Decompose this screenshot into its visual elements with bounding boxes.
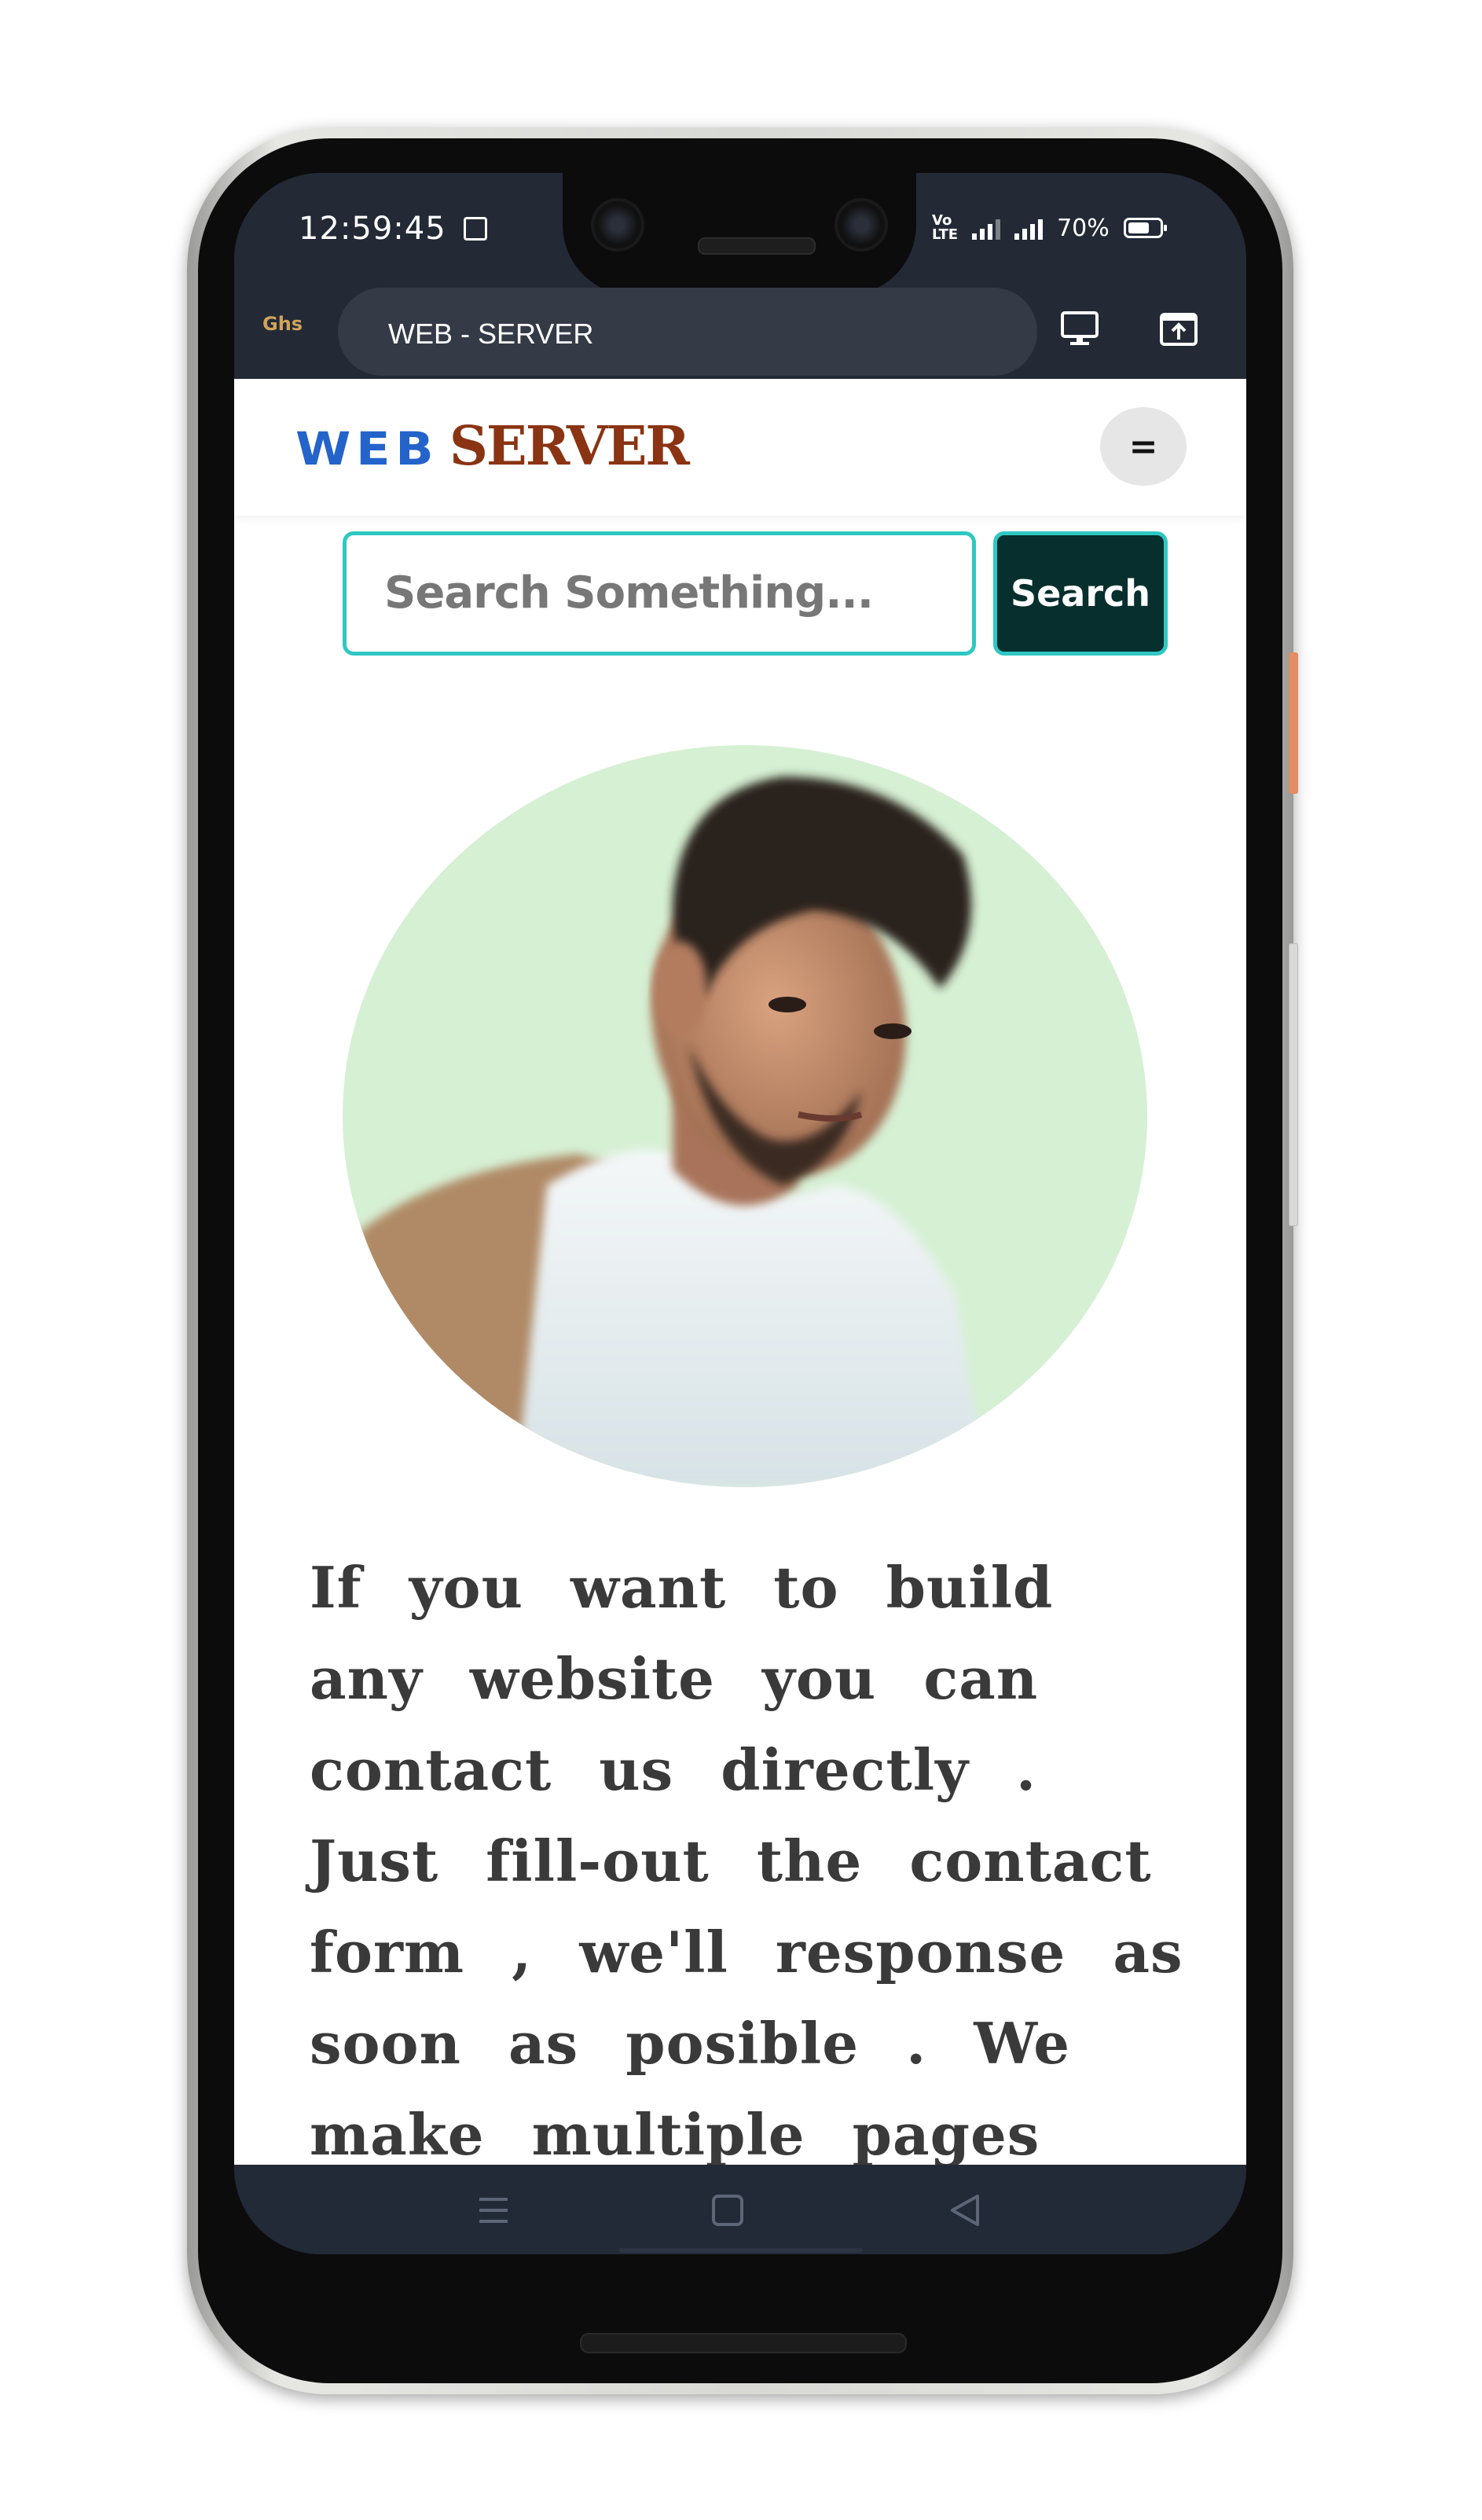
menu-button[interactable]: = [1100,407,1187,486]
browser-badge[interactable]: Ghs [262,313,303,335]
web-page: WEB SERVER = Search Something... Search [234,379,1246,2165]
front-camera-right [838,201,885,248]
bottom-speaker-grille [580,2333,907,2353]
volume-button [1289,943,1298,1226]
screenshot-notification-icon [464,217,487,241]
search-button[interactable]: Search [993,531,1168,656]
logo-web-text: WEB [295,422,439,476]
profile-photo [343,745,1147,1487]
status-bar: 12:59:45 Vo LTE 70% [234,173,1246,296]
signal-icon [972,216,1001,240]
browser-toolbar: Ghs WEB - SERVER [234,275,1246,376]
search-input[interactable]: Search Something... [343,531,976,656]
site-header: WEB SERVER = [234,379,1246,516]
power-button [1289,652,1298,794]
earpiece-speaker [698,237,816,255]
open-in-icon[interactable] [1158,308,1199,349]
home-indicator [619,2248,863,2253]
back-triangle-icon[interactable] [946,2193,984,2228]
signal-icon-2 [1014,216,1044,240]
phone-screen: 12:59:45 Vo LTE 70% Ghs WEB - SERVER WEB… [234,173,1246,2254]
address-text: WEB - SERVER [388,318,594,350]
logo-server-text: SERVER [449,415,690,478]
front-camera-left [594,201,641,248]
desktop-icon[interactable] [1059,308,1100,349]
profile-illustration [358,777,987,1487]
address-bar[interactable]: WEB - SERVER [338,288,1037,376]
battery-percent: 70% [1057,214,1110,242]
menu-lines-icon[interactable] [475,2193,512,2228]
system-nav-bar [234,2165,1246,2254]
battery-icon [1123,218,1167,238]
volte-icon: Vo LTE [932,212,959,243]
search-row: Search Something... Search [234,531,1246,665]
status-time: 12:59:45 [299,211,446,247]
status-indicators: Vo LTE 70% [932,212,1167,243]
home-square-icon[interactable] [709,2193,747,2228]
site-logo[interactable]: WEB SERVER [295,415,690,478]
intro-paragraph: If you want to build any website you can… [310,1554,1183,2165]
